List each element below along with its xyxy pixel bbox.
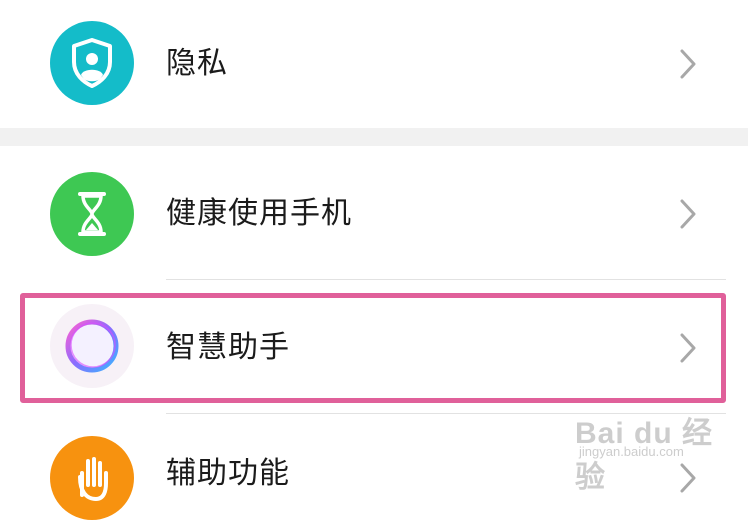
settings-item-healthy-use[interactable]: 健康使用手机 bbox=[0, 146, 748, 280]
settings-item-label: 辅助功能 bbox=[166, 456, 290, 491]
privacy-shield-user-icon bbox=[50, 21, 134, 105]
watermark-sub: jingyan.baidu.com bbox=[579, 444, 684, 459]
chevron-right-icon bbox=[680, 199, 696, 229]
section-separator bbox=[0, 128, 748, 146]
settings-item-label: 健康使用手机 bbox=[166, 196, 352, 231]
hand-icon bbox=[50, 436, 134, 520]
highlight-box bbox=[20, 293, 726, 403]
settings-item-label: 隐私 bbox=[166, 46, 228, 81]
settings-item-privacy[interactable]: 隐私 bbox=[0, 0, 748, 128]
hourglass-icon bbox=[50, 172, 134, 256]
chevron-right-icon bbox=[680, 49, 696, 79]
baidu-jingyan-watermark: Bai du 经验 jingyan.baidu.com bbox=[575, 402, 715, 494]
